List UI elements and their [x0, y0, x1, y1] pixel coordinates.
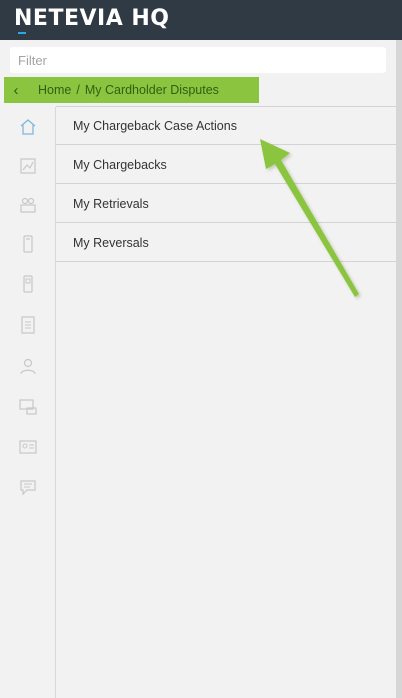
menu-item-label: My Chargeback Case Actions — [73, 118, 237, 133]
menu-item-chargebacks[interactable]: My Chargebacks — [56, 146, 396, 184]
filter-field[interactable] — [10, 47, 386, 73]
menu-item-label: My Retrievals — [73, 196, 149, 211]
filter-input[interactable] — [10, 47, 386, 73]
menu-item-label: My Reversals — [73, 235, 149, 250]
netevia-logo[interactable]: NETEVIA HQ — [14, 6, 170, 31]
breadcrumb-home-link[interactable]: Home — [38, 83, 71, 97]
back-chevron-icon[interactable]: ‹ — [4, 82, 28, 99]
home-icon[interactable] — [18, 117, 38, 137]
menu-item-retrievals[interactable]: My Retrievals — [56, 185, 396, 223]
breadcrumb-separator: / — [76, 83, 80, 97]
team-icon[interactable] — [18, 195, 38, 215]
menu-content: My Chargeback Case Actions My Chargeback… — [56, 107, 396, 698]
right-scroll-edge — [396, 40, 402, 698]
document-icon[interactable] — [18, 315, 38, 335]
breadcrumb-current: My Cardholder Disputes — [84, 83, 219, 97]
sidebar — [0, 107, 56, 698]
user-icon[interactable] — [18, 356, 38, 376]
mobile-icon[interactable] — [18, 274, 38, 294]
id-card-icon[interactable] — [18, 437, 38, 457]
menu-item-chargeback-case-actions[interactable]: My Chargeback Case Actions — [56, 107, 396, 145]
menu-item-label: My Chargebacks — [73, 157, 167, 172]
chart-icon[interactable] — [18, 156, 38, 176]
phone-icon[interactable] — [18, 234, 38, 254]
logo-accent-bar — [18, 32, 26, 34]
chat-icon[interactable] — [18, 477, 38, 497]
app-root: NETEVIA HQ ‹ Home / My Cardholder Disput… — [0, 0, 402, 698]
breadcrumb: ‹ Home / My Cardholder Disputes — [4, 77, 259, 103]
top-header: NETEVIA HQ — [0, 0, 402, 40]
terminal-icon[interactable] — [18, 397, 38, 417]
menu-item-reversals[interactable]: My Reversals — [56, 224, 396, 262]
